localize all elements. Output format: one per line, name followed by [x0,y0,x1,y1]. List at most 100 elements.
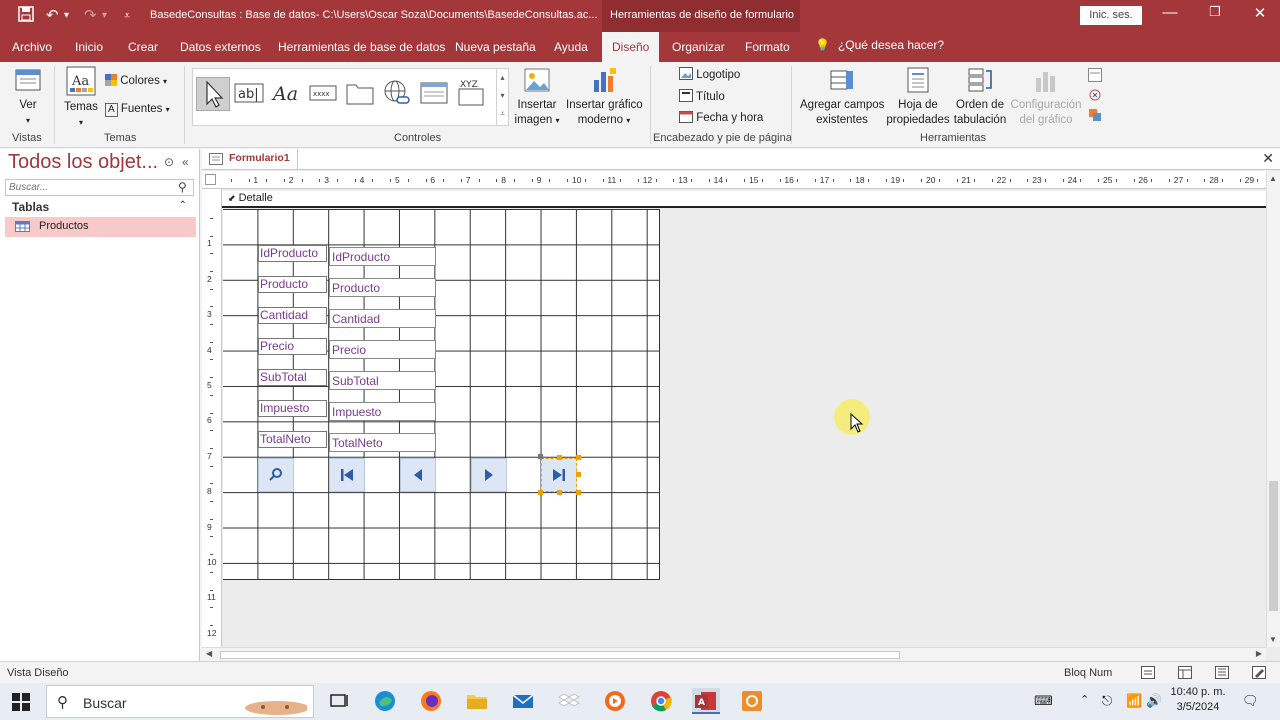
nav-section-tablas[interactable]: Tablas ⌃ [5,200,195,216]
close-window-icon[interactable]: ✕ [1250,4,1270,26]
windows-start-icon[interactable] [12,693,30,711]
tab-organizar[interactable]: Organizar [672,40,725,54]
mail-icon[interactable] [509,688,537,714]
button-control-icon[interactable]: xxxx [307,77,341,111]
field-textbox[interactable]: TotalNeto [329,433,436,452]
customize-toolbar-icon[interactable]: ⩡ [124,6,130,26]
close-document-icon[interactable]: ✕ [1262,150,1274,167]
meet-now-icon[interactable]: ⎋ [1102,693,1112,709]
search-icon[interactable]: ⚲ [178,180,187,194]
nav-pane-title[interactable]: Todos los objet... [8,151,158,174]
undo-dropdown-icon[interactable]: ▾ [64,6,69,26]
layout-view-icon[interactable] [1178,666,1192,679]
insert-chart-button[interactable]: Insertar gráfico moderno ▾ [566,66,643,128]
shutter-bar-collapse-icon[interactable]: « [182,155,189,169]
resize-handle[interactable] [576,472,581,477]
field-textbox[interactable]: Producto [329,278,436,297]
property-sheet-button[interactable]: Hoja de propiedades [886,66,950,128]
volume-icon[interactable]: 🔊 [1146,693,1162,709]
tab-crear[interactable]: Crear [128,40,158,54]
temas-button[interactable]: Aa Temas ▾ [62,66,100,130]
restore-icon[interactable]: ❐ [1205,4,1225,26]
textbox-control-icon[interactable]: ab| [233,77,267,111]
section-bar-detalle[interactable]: ⬋ Detalle [222,191,1270,208]
field-label[interactable]: Impuesto [258,400,327,417]
web-browser-control-icon[interactable] [418,77,452,111]
minimize-icon[interactable]: — [1160,4,1180,26]
horizontal-scroll-thumb[interactable] [220,651,900,659]
form-view-icon[interactable] [1141,666,1155,679]
wifi-icon[interactable]: 📶 [1126,693,1142,709]
resize-handle[interactable] [557,455,562,460]
show-hidden-icons[interactable]: ⌃ [1080,693,1089,706]
form-selector-box[interactable] [205,174,216,185]
hyperlink-control-icon[interactable] [381,77,415,111]
resize-handle[interactable] [576,455,581,460]
horizontal-scrollbar[interactable]: ◀ ▶ [202,647,1266,661]
taskbar-clock[interactable]: 10:40 p. m. 3/5/2024 [1166,685,1230,715]
save-icon[interactable] [18,6,34,28]
field-label[interactable]: Precio [258,338,327,355]
field-label[interactable]: SubTotal [258,369,327,386]
tab-control-icon[interactable] [344,77,378,111]
resize-handle[interactable] [538,490,543,495]
vertical-scroll-thumb[interactable] [1269,481,1278,611]
firefox-icon[interactable] [417,688,445,714]
tab-archivo[interactable]: Archivo [12,40,52,54]
scroll-right-icon[interactable]: ▶ [1256,649,1262,658]
field-textbox[interactable]: Precio [329,340,436,359]
file-explorer-icon[interactable] [463,688,491,714]
colores-button[interactable]: Colores ▾ [105,74,167,87]
chart-settings-button[interactable]: Configuración del gráfico [1010,66,1082,128]
resize-handle[interactable] [557,490,562,495]
redo-dropdown-icon[interactable]: ▾ [102,6,107,26]
task-view-icon[interactable] [325,688,353,714]
keyboard-icon[interactable]: ⌨ [1034,693,1053,709]
fecha-hora-button[interactable]: Fecha y hora [679,110,763,124]
nav-menu-icon[interactable]: ⊙ [164,155,174,169]
navigation-control-icon[interactable]: XYZ [455,77,489,111]
field-textbox[interactable]: Cantidad [329,309,436,328]
tab-inicio[interactable]: Inicio [75,40,103,54]
logotipo-button[interactable]: Logotipo [679,67,740,81]
sign-in-button[interactable]: Inic. ses. [1080,6,1142,25]
insert-image-button[interactable]: Insertar imagen ▾ [512,66,562,128]
field-textbox[interactable]: IdProducto [329,247,436,266]
app-orange-icon[interactable] [738,688,766,714]
form-first-record-button[interactable] [329,458,365,492]
redo-icon[interactable]: ↷ [84,6,97,26]
datasheet-view-icon[interactable] [1215,666,1229,679]
field-textbox[interactable]: Impuesto [329,402,436,421]
form-next-record-button[interactable] [471,458,507,492]
field-label[interactable]: Cantidad [258,307,327,324]
notifications-icon[interactable]: 🗨 [1242,693,1259,709]
tab-order-button[interactable]: Orden de tabulación [952,66,1008,128]
tab-datos-externos[interactable]: Datos externos [180,40,261,54]
edge-icon[interactable] [371,688,399,714]
tab-ayuda[interactable]: Ayuda [554,40,588,54]
tab-herramientas-bd[interactable]: Herramientas de base de datos [278,40,445,54]
scroll-up-icon[interactable]: ▲ [1269,174,1277,183]
scroll-down-icon[interactable]: ▼ [1269,635,1277,644]
form-previous-record-button[interactable] [400,458,436,492]
fuentes-button[interactable]: A Fuentes ▾ [105,103,170,117]
media-player-icon[interactable] [601,688,629,714]
nav-search-input[interactable] [5,179,194,196]
move-handle[interactable] [538,454,543,459]
document-tab-formulario1[interactable]: Formulario1 [202,149,298,170]
tab-nueva-pestana[interactable]: Nueva pestaña [455,40,536,54]
field-label[interactable]: TotalNeto [258,431,327,448]
dropbox-icon[interactable] [555,688,583,714]
chrome-icon[interactable] [647,688,675,714]
label-control-icon[interactable]: Aa [270,77,304,111]
form-last-record-button[interactable] [541,458,577,492]
ver-button[interactable]: Ver ▾ [10,66,46,128]
tell-me-box[interactable]: 💡 ¿Qué desea hacer? [815,38,944,52]
tab-diseno[interactable]: Diseño [602,32,660,62]
add-existing-fields-button[interactable]: Agregar campos existentes [800,66,884,128]
design-view-icon[interactable] [1252,666,1266,679]
form-design-grid[interactable] [223,209,660,580]
titulo-button[interactable]: Título [679,89,725,103]
vertical-scrollbar[interactable]: ▲ ▼ [1266,171,1280,647]
undo-icon[interactable]: ↶ [46,6,59,26]
